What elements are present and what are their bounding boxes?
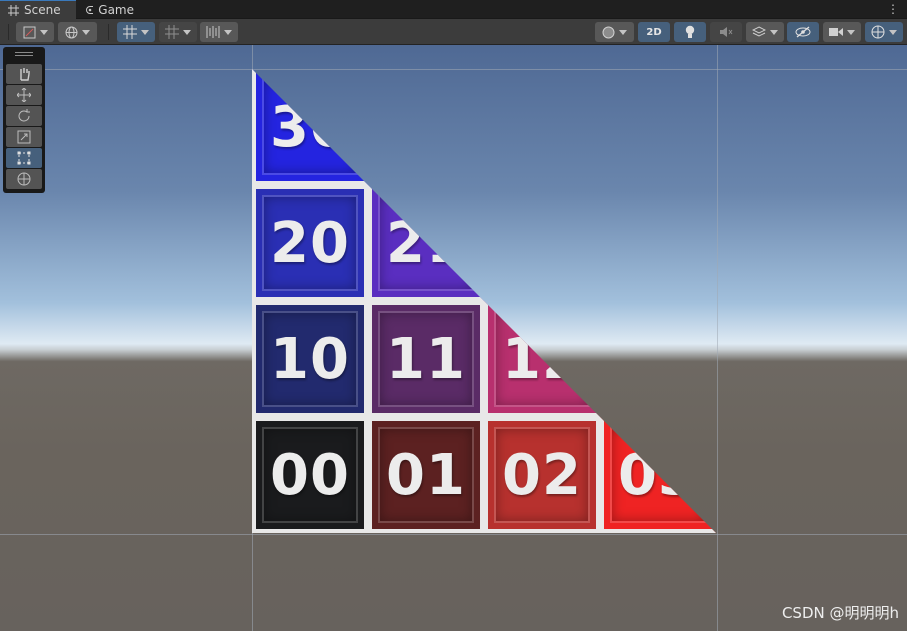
hand-icon [20, 68, 30, 81]
window-tab-bar: Scene Game ⋮ [0, 0, 907, 19]
shading-mode-dropdown[interactable] [595, 22, 634, 42]
audio-toggle-button[interactable] [710, 22, 742, 42]
toggle-2d-button[interactable]: 2D [638, 22, 670, 42]
toolbar-divider [108, 24, 109, 40]
visibility-toggle-button[interactable] [787, 22, 819, 42]
rotate-tool-button[interactable] [6, 106, 42, 126]
tile-11: 11 [368, 301, 484, 417]
toggle-2d-label: 2D [646, 26, 662, 38]
effects-dropdown[interactable] [746, 22, 784, 42]
hand-tool-button[interactable] [6, 64, 42, 84]
align-icon [206, 26, 220, 38]
hidden-eye-icon [795, 26, 811, 38]
layers-icon [752, 26, 766, 37]
tile-label: 02 [502, 442, 582, 508]
sphere-icon [602, 26, 615, 38]
camera-dropdown[interactable] [823, 22, 861, 42]
scale-tool-button[interactable] [6, 127, 42, 147]
tile-label: 00 [270, 442, 350, 508]
watermark-text: CSDN @明明明h [781, 604, 899, 622]
tile-label: 20 [270, 210, 350, 276]
tile-label: 01 [386, 442, 466, 508]
move-icon [17, 88, 31, 102]
grid-line [0, 69, 907, 70]
tab-scene[interactable]: Scene [0, 0, 76, 19]
align-dropdown[interactable] [200, 22, 238, 42]
transform-tool-button[interactable] [6, 169, 42, 189]
toolbar-divider [8, 24, 9, 40]
tile-20: 20 [252, 185, 368, 301]
gizmos-dropdown[interactable] [865, 22, 903, 42]
rect-tool-button[interactable] [6, 148, 42, 168]
grid-snap-icon [123, 25, 137, 39]
tile-10: 10 [252, 301, 368, 417]
tab-scene-label: Scene [24, 3, 61, 17]
lightbulb-icon [685, 25, 695, 38]
camera-icon [829, 28, 843, 36]
gamepad-icon [86, 5, 94, 14]
snap-increment-icon [165, 25, 179, 39]
tool-palette [3, 47, 45, 193]
globe-icon [65, 26, 78, 38]
scene-toolbar: 2D [0, 19, 907, 45]
rotate-icon [18, 109, 30, 122]
global-local-dropdown[interactable] [58, 22, 97, 42]
more-options-icon[interactable]: ⋮ [887, 2, 899, 16]
grid-line [717, 45, 718, 631]
draw-mode-dropdown[interactable] [16, 22, 54, 42]
tab-game[interactable]: Game [78, 0, 142, 19]
rect-transform-icon [17, 151, 31, 165]
audio-mute-icon [720, 27, 733, 37]
tile-02: 02 [484, 417, 600, 533]
move-tool-button[interactable] [6, 85, 42, 105]
tile-01: 01 [368, 417, 484, 533]
drag-handle-icon[interactable] [15, 52, 33, 56]
increment-snap-dropdown[interactable] [159, 22, 197, 42]
shaded-mode-icon [23, 26, 35, 38]
grid-snapping-dropdown[interactable] [117, 22, 155, 42]
grid-icon [8, 4, 19, 16]
tab-game-label: Game [98, 2, 134, 17]
scale-icon [17, 130, 31, 144]
transform-icon [17, 172, 31, 186]
lighting-toggle-button[interactable] [674, 22, 706, 42]
tile-00: 00 [252, 417, 368, 533]
gizmo-icon [871, 25, 885, 39]
tile-label: 10 [270, 326, 350, 392]
tile-label: 11 [386, 326, 466, 392]
